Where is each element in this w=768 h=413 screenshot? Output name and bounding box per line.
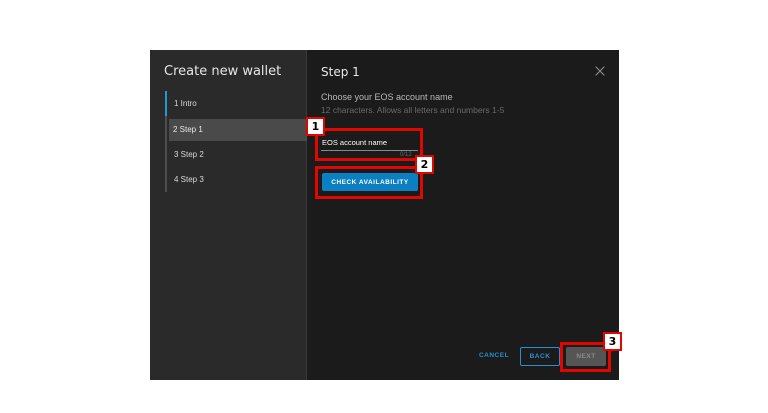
sidebar-title: Create new wallet xyxy=(164,64,282,79)
sidebar-step-2[interactable]: 3 Step 2 xyxy=(170,144,204,166)
step-subtitle: Choose your EOS account name xyxy=(321,92,453,102)
wizard-main-panel: Step 1 Choose your EOS account name 12 c… xyxy=(308,50,619,380)
close-icon[interactable] xyxy=(594,65,606,77)
annotation-box-2 xyxy=(315,166,423,199)
wizard-sidebar: Create new wallet 1 Intro 2 Step 1 3 Ste… xyxy=(150,50,307,380)
annotation-badge-3: 3 xyxy=(603,332,622,351)
create-wallet-dialog: Create new wallet 1 Intro 2 Step 1 3 Ste… xyxy=(150,50,619,380)
page-title: Step 1 xyxy=(321,65,360,79)
annotation-badge-1: 1 xyxy=(306,117,325,136)
back-button[interactable]: BACK xyxy=(520,347,560,366)
sidebar-step-intro[interactable]: 1 Intro xyxy=(170,93,197,115)
sidebar-step-1[interactable]: 2 Step 1 xyxy=(169,119,307,141)
cancel-button[interactable]: CANCEL xyxy=(475,347,513,363)
sidebar-step-3[interactable]: 4 Step 3 xyxy=(170,169,204,191)
steps-rail-active-marker xyxy=(165,91,167,116)
annotation-box-1 xyxy=(315,128,423,161)
annotation-badge-2: 2 xyxy=(415,155,434,174)
account-name-hint: 12 characters. Allows all letters and nu… xyxy=(321,105,505,115)
